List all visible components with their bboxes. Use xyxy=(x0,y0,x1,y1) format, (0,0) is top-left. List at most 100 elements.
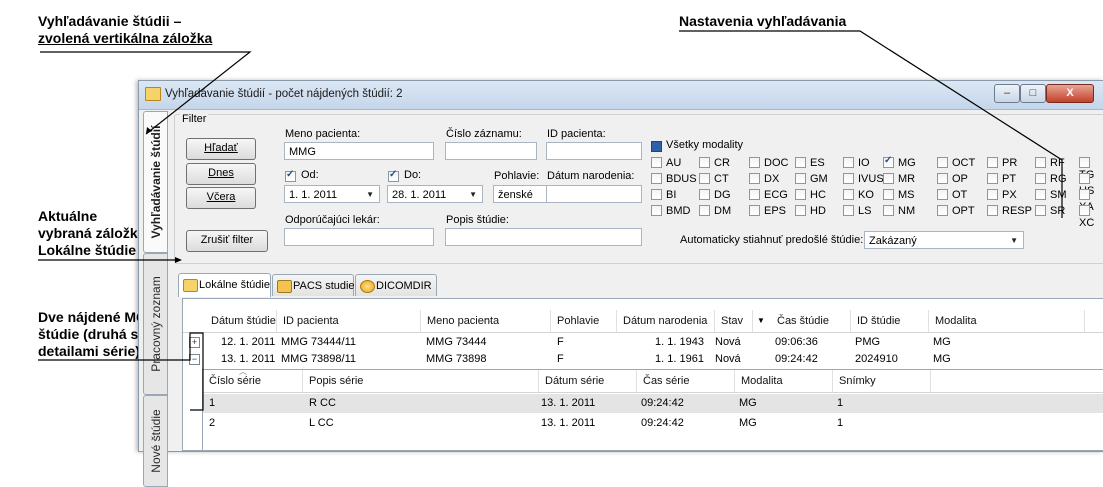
modality-checkbox-sr[interactable]: SR xyxy=(1035,204,1065,217)
modality-checkbox-doc[interactable]: DOC xyxy=(749,156,788,169)
modality-checkbox-dm[interactable]: DM xyxy=(699,204,731,217)
modality-checkbox-bi[interactable]: BI xyxy=(651,188,676,201)
filter-dropdown-icon[interactable]: ▼ xyxy=(757,316,765,325)
modality-checkbox-oct[interactable]: OCT xyxy=(937,156,975,169)
search-button[interactable]: Hľadať xyxy=(186,138,256,160)
checkbox-icon[interactable] xyxy=(937,172,948,184)
column-modality[interactable]: Modalita xyxy=(929,310,1085,332)
checkbox-icon[interactable] xyxy=(749,204,760,216)
all-modalities-checkbox[interactable] xyxy=(651,141,662,152)
birthdate-input[interactable] xyxy=(546,185,642,203)
checkbox-icon[interactable] xyxy=(795,188,806,200)
modality-checkbox-rf[interactable]: RF xyxy=(1035,156,1065,169)
checkbox-icon[interactable] xyxy=(883,188,894,200)
checkbox-icon[interactable] xyxy=(749,156,760,168)
patient-id-input[interactable] xyxy=(546,142,642,160)
today-button[interactable]: Dnes xyxy=(186,163,256,185)
modality-checkbox-nm[interactable]: NM xyxy=(883,204,915,217)
checkbox-icon[interactable] xyxy=(795,156,806,168)
checkbox-icon[interactable] xyxy=(795,172,806,184)
column-series-modality[interactable]: Modalita xyxy=(735,370,833,392)
checkbox-icon[interactable] xyxy=(987,188,998,200)
checkbox-icon[interactable] xyxy=(699,188,710,200)
minimize-button[interactable]: – xyxy=(994,84,1020,103)
auto-download-select[interactable]: Zakázaný ▼ xyxy=(864,231,1024,249)
column-gender[interactable]: Pohlavie xyxy=(551,310,617,332)
column-series-number[interactable]: Číslo série xyxy=(203,370,303,392)
column-series-description[interactable]: Popis série xyxy=(303,370,539,392)
checkbox-icon[interactable] xyxy=(699,204,710,216)
checkbox-icon[interactable] xyxy=(651,204,662,216)
checkbox-icon[interactable] xyxy=(883,204,894,216)
checkbox-icon[interactable] xyxy=(987,204,998,216)
checkbox-icon[interactable] xyxy=(937,156,948,168)
checkbox-icon[interactable] xyxy=(749,172,760,184)
record-number-input[interactable] xyxy=(445,142,537,160)
yesterday-button[interactable]: Včera xyxy=(186,187,256,209)
modality-checkbox-au[interactable]: AU xyxy=(651,156,681,169)
from-date-picker[interactable]: 1. 1. 2011 ▼ xyxy=(284,185,380,203)
modality-checkbox-hd[interactable]: HD xyxy=(795,204,826,217)
close-button[interactable]: X xyxy=(1046,84,1094,103)
modality-checkbox-eps[interactable]: EPS xyxy=(749,204,786,217)
checkbox-icon[interactable] xyxy=(1079,172,1090,184)
maximize-button[interactable]: □ xyxy=(1020,84,1046,103)
modality-checkbox-mg[interactable]: MG xyxy=(883,155,916,169)
from-checkbox[interactable] xyxy=(285,169,296,182)
referring-physician-input[interactable] xyxy=(284,228,434,246)
modality-checkbox-bmd[interactable]: BMD xyxy=(651,204,690,217)
modality-checkbox-ls[interactable]: LS xyxy=(843,204,871,217)
modality-checkbox-mr[interactable]: MR xyxy=(883,172,915,185)
modality-checkbox-rg[interactable]: RG xyxy=(1035,172,1067,185)
tab-dicomdir[interactable]: DICOMDIR xyxy=(355,274,437,296)
modality-checkbox-op[interactable]: OP xyxy=(937,172,968,185)
modality-checkbox-sm[interactable]: SM xyxy=(1035,188,1067,201)
modality-checkbox-pr[interactable]: PR xyxy=(987,156,1017,169)
checkbox-icon[interactable] xyxy=(937,204,948,216)
modality-checkbox-ecg[interactable]: ECG xyxy=(749,188,788,201)
modality-checkbox-hc[interactable]: HC xyxy=(795,188,826,201)
checkbox-icon[interactable] xyxy=(651,156,662,168)
column-study-time[interactable]: Čas štúdie xyxy=(771,310,851,332)
checkbox-icon[interactable] xyxy=(883,155,894,168)
modality-checkbox-px[interactable]: PX xyxy=(987,188,1017,201)
to-date-picker[interactable]: 28. 1. 2011 ▼ xyxy=(387,185,483,203)
modality-checkbox-ot[interactable]: OT xyxy=(937,188,967,201)
column-status[interactable]: Stav xyxy=(715,310,753,332)
modality-checkbox-io[interactable]: IO xyxy=(843,156,870,169)
checkbox-icon[interactable] xyxy=(1035,172,1046,184)
checkbox-icon[interactable] xyxy=(1079,204,1090,216)
vtab-new-studies[interactable]: Nové štúdie xyxy=(143,395,168,487)
vtab-worklist[interactable]: Pracovný zoznam xyxy=(143,253,168,395)
checkbox-icon[interactable] xyxy=(795,204,806,216)
checkbox-icon[interactable] xyxy=(937,188,948,200)
modality-checkbox-ivus[interactable]: IVUS xyxy=(843,172,884,185)
column-series-images[interactable]: Snímky xyxy=(833,370,931,392)
modality-checkbox-resp[interactable]: RESP xyxy=(987,204,1032,217)
modality-checkbox-gm[interactable]: GM xyxy=(795,172,828,185)
checkbox-icon[interactable] xyxy=(1035,156,1046,168)
checkbox-icon[interactable] xyxy=(1035,188,1046,200)
modality-checkbox-es[interactable]: ES xyxy=(795,156,825,169)
column-birthdate[interactable]: Dátum narodenia xyxy=(617,310,715,332)
checkbox-icon[interactable] xyxy=(1079,188,1090,200)
checkbox-icon[interactable] xyxy=(843,172,854,184)
study-row[interactable]: + 12. 1. 2011 MMG 73444/11 MMG 73444 F 1… xyxy=(183,334,1103,351)
modality-checkbox-dg[interactable]: DG xyxy=(699,188,731,201)
checkbox-icon[interactable] xyxy=(699,156,710,168)
modality-checkbox-cr[interactable]: CR xyxy=(699,156,730,169)
cancel-filter-button[interactable]: Zrušiť filter xyxy=(186,230,268,252)
series-row[interactable]: 1 R CC 13. 1. 2011 09:24:42 MG 1 xyxy=(203,394,1103,413)
checkbox-icon[interactable] xyxy=(843,156,854,168)
checkbox-icon[interactable] xyxy=(1079,156,1090,168)
checkbox-icon[interactable] xyxy=(987,172,998,184)
modality-checkbox-bdus[interactable]: BDUS xyxy=(651,172,697,185)
to-checkbox[interactable] xyxy=(388,169,399,182)
checkbox-icon[interactable] xyxy=(651,172,662,184)
expand-icon[interactable]: + xyxy=(189,337,200,348)
column-series-time[interactable]: Čas série xyxy=(637,370,735,392)
checkbox-icon[interactable] xyxy=(749,188,760,200)
modality-checkbox-ko[interactable]: KO xyxy=(843,188,874,201)
column-patient-id[interactable]: ID pacienta xyxy=(277,310,421,332)
patient-name-input[interactable]: MMG xyxy=(284,142,434,160)
